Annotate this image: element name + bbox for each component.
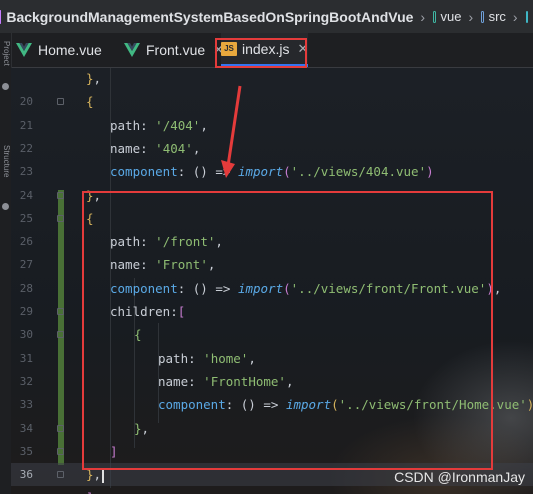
breadcrumb-item-vue[interactable]: vue	[441, 9, 462, 24]
line-number: 34	[19, 421, 33, 435]
code-line[interactable]: 20 {	[11, 90, 533, 113]
fold-marker-icon[interactable]	[57, 471, 64, 479]
line-number: 24	[19, 188, 33, 202]
tab-label: Home.vue	[38, 42, 102, 58]
arrow-down-icon	[221, 85, 242, 178]
code-line[interactable]: 23 component: () => import('../views/404.…	[11, 160, 533, 183]
vue-icon	[124, 43, 140, 57]
line-number: 22	[19, 141, 33, 155]
code-line[interactable]: 22 name: '404',	[11, 137, 533, 160]
tool-window-project[interactable]: Project	[0, 41, 11, 66]
code-token: {	[86, 94, 94, 110]
code-token: name	[110, 140, 141, 156]
line-number: 32	[19, 374, 33, 388]
folder-icon	[525, 10, 529, 23]
fold-marker-icon[interactable]	[57, 98, 64, 106]
breadcrumb-project[interactable]: BackgroundManagementSystemBasedOnSpringB…	[6, 9, 413, 25]
code-highlight-box	[82, 191, 493, 470]
chevron-right-icon: ›	[512, 8, 518, 25]
code-token: path	[110, 117, 141, 133]
code-text: },	[86, 68, 101, 90]
code-token: :	[140, 117, 156, 133]
line-number: 23	[19, 165, 33, 179]
folder-icon	[433, 10, 436, 23]
code-line[interactable]: },	[11, 68, 533, 90]
chevron-right-icon: ›	[420, 8, 426, 25]
tab-label: Front.vue	[146, 42, 206, 58]
tool-window-structure[interactable]: Structure	[0, 145, 11, 177]
watermark: CSDN @IronmanJay	[394, 469, 525, 485]
fold-marker-icon[interactable]	[57, 214, 64, 222]
line-number: 25	[19, 211, 33, 225]
code-token: }	[86, 71, 94, 86]
fold-marker-icon[interactable]	[57, 308, 64, 315]
code-token: )	[426, 164, 434, 180]
code-token: )	[527, 397, 533, 412]
line-number: 21	[19, 118, 33, 132]
breadcrumb: BackgroundManagementSystemBasedOnSpringB…	[0, 0, 533, 33]
line-number: 27	[19, 258, 33, 272]
code-token: '404'	[155, 140, 193, 156]
fold-marker-icon[interactable]	[57, 331, 64, 339]
fold-marker-icon[interactable]	[57, 447, 64, 455]
code-token: (	[283, 164, 291, 180]
tab-front-vue[interactable]: Front.vue ✕	[124, 33, 224, 67]
line-number: 30	[19, 328, 33, 342]
fold-marker-icon[interactable]	[57, 191, 64, 199]
code-token: ,	[192, 140, 201, 156]
breadcrumb-item-src[interactable]: src	[489, 9, 506, 24]
code-text: name: '404',	[110, 137, 200, 160]
line-number: 28	[19, 281, 33, 295]
line-number: 29	[19, 305, 33, 318]
code-text: component: () => import('../views/404.vu…	[110, 160, 434, 183]
code-token: '../views/404.vue'	[290, 164, 427, 180]
fold-marker-icon[interactable]	[57, 424, 64, 432]
code-line[interactable]: ]	[11, 486, 533, 494]
code-token: ,	[93, 71, 102, 86]
code-line[interactable]: 21 path: '/404',	[11, 114, 533, 137]
tool-icon[interactable]	[2, 83, 9, 90]
tab-highlight-box	[215, 38, 307, 68]
chevron-right-icon: ›	[468, 8, 474, 25]
tab-home-vue[interactable]: Home.vue	[16, 33, 102, 67]
line-number: 31	[19, 351, 33, 365]
tool-icon[interactable]	[2, 203, 9, 210]
line-number: 20	[19, 95, 33, 109]
line-number: 36	[19, 468, 33, 482]
vue-icon	[16, 43, 32, 57]
text-caret	[102, 468, 105, 484]
code-token: ,	[493, 280, 502, 296]
code-token: :	[140, 140, 156, 156]
code-token: component	[110, 164, 178, 180]
code-token: ,	[200, 117, 208, 133]
folder-icon	[481, 10, 484, 23]
code-token: ]	[86, 490, 94, 494]
line-number: 35	[19, 444, 33, 458]
code-text: ]	[86, 486, 94, 494]
code-text: path: '/404',	[110, 114, 208, 137]
code-token: '/404'	[155, 117, 201, 133]
code-text: {	[86, 90, 94, 113]
line-number: 33	[19, 398, 33, 412]
line-number: 26	[19, 235, 33, 249]
